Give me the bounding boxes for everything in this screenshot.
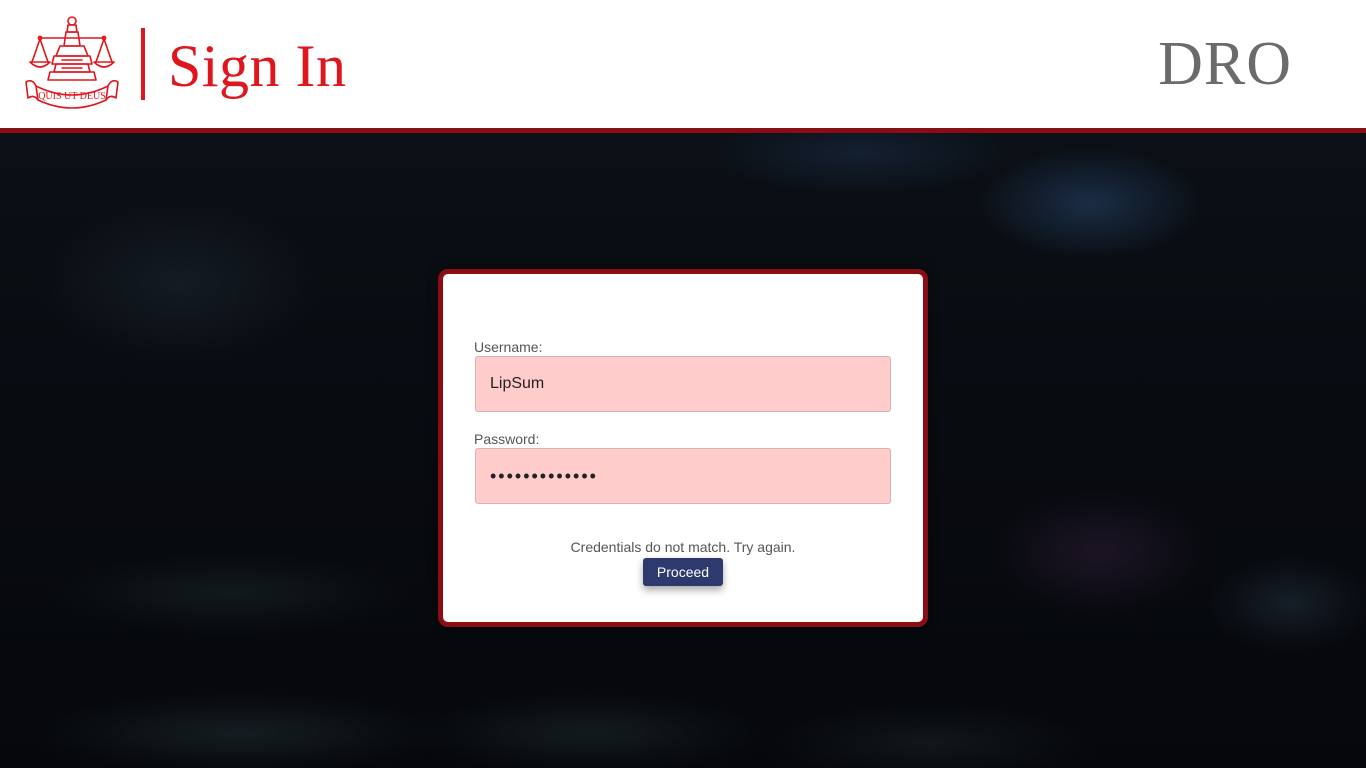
username-label: Username: (474, 339, 543, 355)
proceed-button[interactable]: Proceed (643, 558, 723, 586)
sign-in-card: Username: Password: Credentials do not m… (438, 269, 928, 627)
page-title: Sign In (168, 33, 347, 99)
header-divider (141, 28, 145, 100)
crest-logo: QUIS UT DEUS (25, 16, 119, 109)
error-message: Credentials do not match. Try again. (570, 539, 796, 555)
header-bar: QUIS UT DEUS Sign In DRO (0, 0, 1366, 128)
username-input[interactable] (475, 356, 891, 412)
svg-text:QUIS UT DEUS: QUIS UT DEUS (38, 91, 106, 102)
password-input[interactable] (475, 448, 891, 504)
password-label: Password: (474, 431, 540, 447)
app-name: DRO (1158, 30, 1292, 98)
